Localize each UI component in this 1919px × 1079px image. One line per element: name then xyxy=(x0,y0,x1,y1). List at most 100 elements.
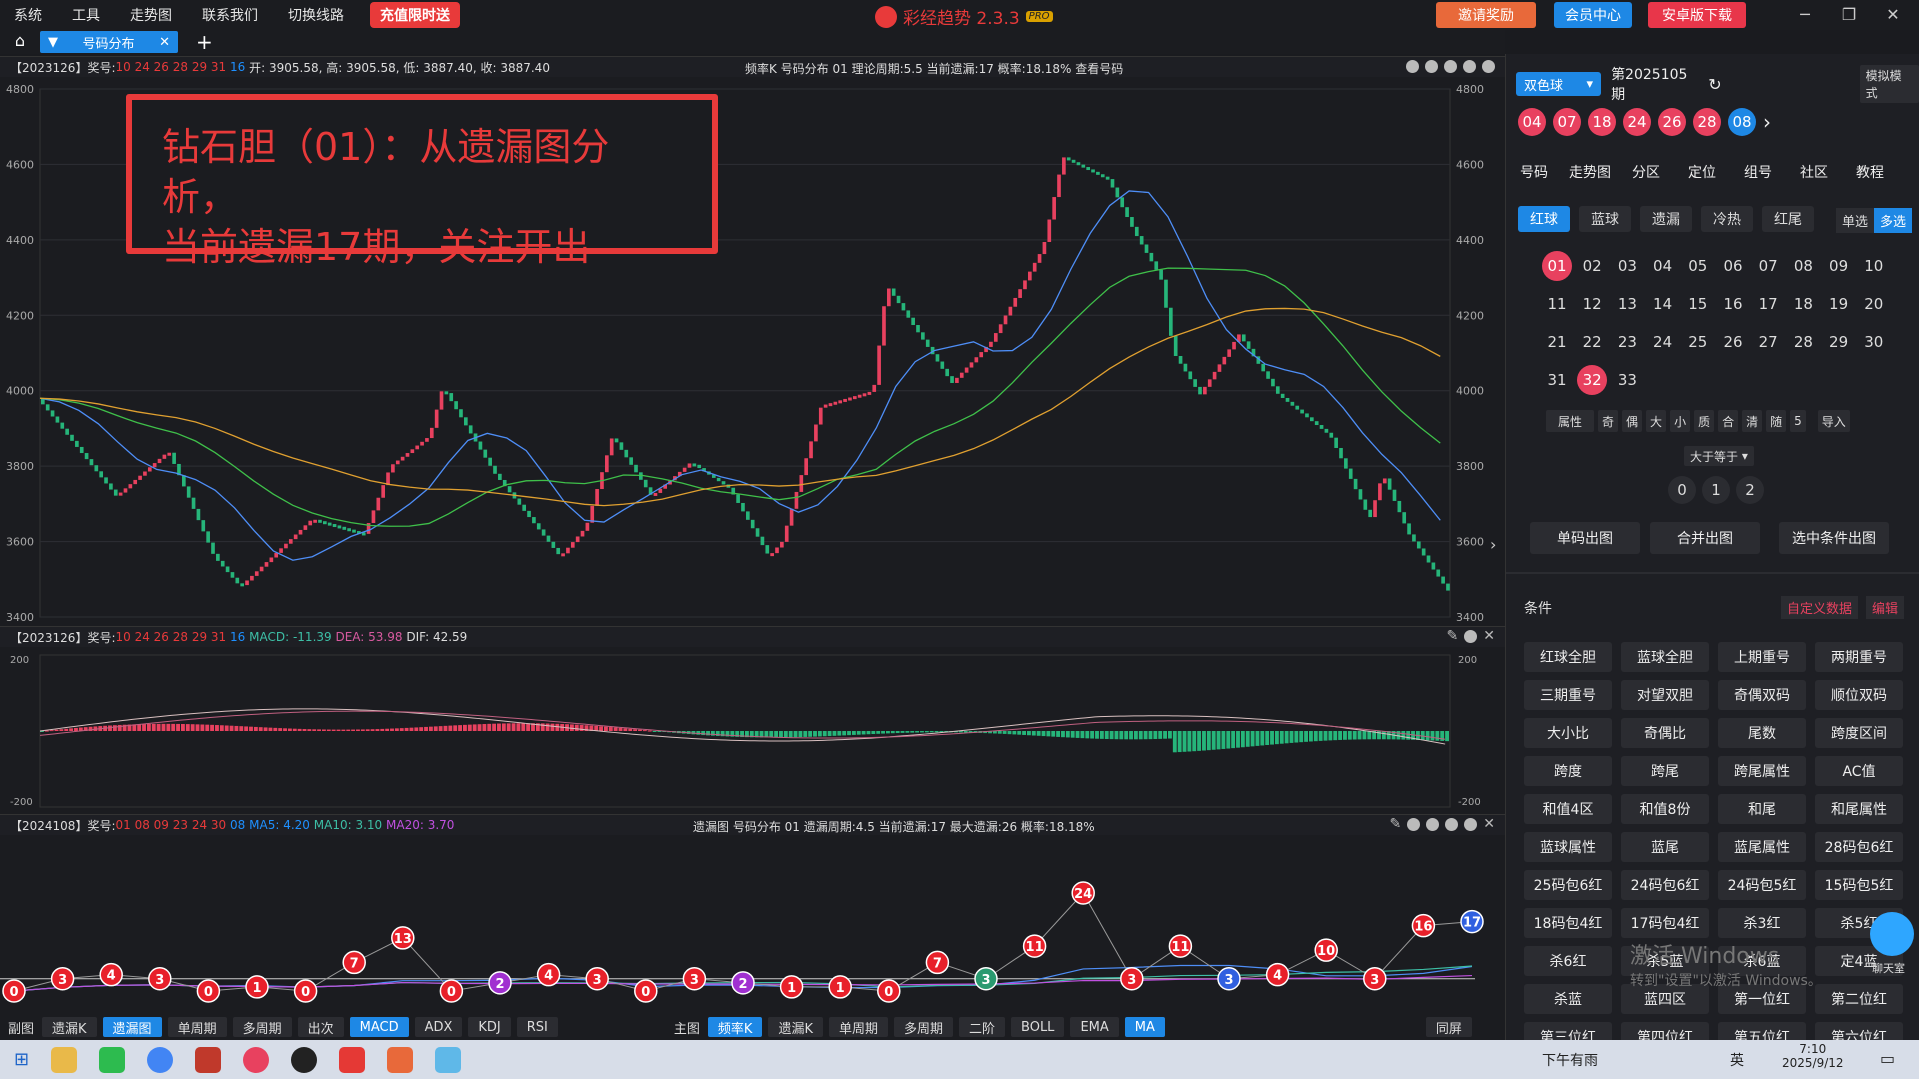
number-cell[interactable]: 22 xyxy=(1577,327,1607,357)
menu-contact[interactable]: 联系我们 xyxy=(202,5,258,25)
condition-btn[interactable]: 两期重号 xyxy=(1815,642,1903,672)
condition-btn[interactable]: 大小比 xyxy=(1524,718,1612,748)
condition-btn[interactable]: 蓝球属性 xyxy=(1524,832,1612,862)
condition-btn[interactable]: 上期重号 xyxy=(1718,642,1806,672)
browser-icon[interactable] xyxy=(147,1046,174,1073)
number-cell[interactable]: 15 xyxy=(1683,289,1713,319)
condition-btn[interactable]: 24码包6红 xyxy=(1621,870,1709,900)
omission-up-icon[interactable] xyxy=(1426,818,1440,831)
right-nav-tab-6[interactable]: 教程 xyxy=(1842,162,1898,182)
ime-label[interactable]: 英 xyxy=(1730,1050,1744,1070)
kline-up-icon[interactable] xyxy=(1444,60,1457,73)
condition-btn[interactable]: 24码包5红 xyxy=(1718,870,1806,900)
lottery-app-icon[interactable] xyxy=(243,1046,270,1073)
tab-dropdown-icon[interactable]: ▼ xyxy=(48,35,58,50)
sub-chart-btn-0[interactable]: 遗漏K xyxy=(42,1017,97,1037)
menu-system[interactable]: 系统 xyxy=(14,5,42,25)
condition-btn[interactable]: 和值8份 xyxy=(1621,794,1709,824)
condition-btn[interactable]: 顺位双码 xyxy=(1815,680,1903,710)
number-cell[interactable]: 25 xyxy=(1683,327,1713,357)
app-icon-1[interactable] xyxy=(195,1046,222,1073)
selected-condition-chart-button[interactable]: 选中条件出图 xyxy=(1779,522,1889,554)
condition-btn[interactable]: 18码包4红 xyxy=(1524,908,1612,938)
number-cell[interactable]: 23 xyxy=(1612,327,1642,357)
number-cell[interactable]: 02 xyxy=(1577,251,1607,281)
app-icon-3[interactable] xyxy=(435,1046,462,1073)
main-chart-btn-4[interactable]: 二阶 xyxy=(959,1017,1006,1037)
sub-chart-btn-8[interactable]: RSI xyxy=(516,1017,558,1037)
condition-btn[interactable]: 奇偶双码 xyxy=(1718,680,1806,710)
attribute-btn-8[interactable]: 随 xyxy=(1766,410,1787,432)
condition-btn[interactable]: 杀3红 xyxy=(1718,908,1806,938)
number-cell[interactable]: 06 xyxy=(1718,251,1748,281)
attribute-btn-10[interactable]: 导入 xyxy=(1817,410,1850,432)
condition-btn[interactable]: 跨度区间 xyxy=(1815,718,1903,748)
condition-btn[interactable]: 25码包6红 xyxy=(1524,870,1612,900)
kline-reset-icon[interactable] xyxy=(1406,60,1419,73)
single-select-button[interactable]: 单选 xyxy=(1836,208,1875,233)
condition-btn[interactable]: 第二位红 xyxy=(1815,984,1903,1014)
collapse-panel-icon[interactable]: › xyxy=(1490,535,1496,554)
main-chart-btn-5[interactable]: BOLL xyxy=(1011,1017,1065,1037)
restore-icon[interactable]: ❐ xyxy=(1834,2,1864,28)
condition-btn[interactable]: 杀蓝 xyxy=(1524,984,1612,1014)
sub-chart-btn-4[interactable]: 出次 xyxy=(297,1017,344,1037)
number-cell[interactable]: 14 xyxy=(1648,289,1678,319)
count-option[interactable]: 2 xyxy=(1736,476,1764,504)
android-download-button[interactable]: 安卓版下载 xyxy=(1648,2,1746,28)
condition-btn[interactable]: 15码包5红 xyxy=(1815,870,1903,900)
clock[interactable]: 7:10 2025/9/12 xyxy=(1782,1042,1844,1070)
right-nav-tab-2[interactable]: 分区 xyxy=(1618,162,1674,182)
ball-subtab-2[interactable]: 遗漏 xyxy=(1640,206,1692,232)
attribute-btn-4[interactable]: 小 xyxy=(1670,410,1691,432)
omission-pin-icon[interactable]: ✎ xyxy=(1390,817,1402,831)
omission-close-icon[interactable]: ✕ xyxy=(1483,817,1495,831)
same-screen-button[interactable]: 同屏 xyxy=(1425,1017,1472,1037)
right-nav-tab-4[interactable]: 组号 xyxy=(1730,162,1786,182)
condition-btn[interactable]: 28码包6红 xyxy=(1815,832,1903,862)
omission-down-icon[interactable] xyxy=(1445,818,1459,831)
number-cell[interactable]: 13 xyxy=(1612,289,1642,319)
number-cell[interactable]: 31 xyxy=(1542,365,1572,395)
qq-icon[interactable] xyxy=(291,1046,318,1073)
menu-trend[interactable]: 走势图 xyxy=(130,5,172,25)
main-chart-btn-3[interactable]: 多周期 xyxy=(893,1017,953,1037)
member-center-button[interactable]: 会员中心 xyxy=(1554,2,1632,28)
macd-chart[interactable]: 200 200 -200 -200 xyxy=(0,647,1505,815)
sub-chart-btn-1[interactable]: 遗漏图 xyxy=(102,1017,162,1037)
ball-subtab-4[interactable]: 红尾 xyxy=(1762,206,1814,232)
sub-chart-btn-6[interactable]: ADX xyxy=(414,1017,463,1037)
game-select[interactable]: 双色球 ▾ xyxy=(1516,72,1602,96)
main-chart-btn-7[interactable]: MA xyxy=(1124,1017,1165,1037)
condition-btn[interactable]: 和尾 xyxy=(1718,794,1806,824)
merge-chart-button[interactable]: 合并出图 xyxy=(1650,522,1760,554)
app-icon-2[interactable] xyxy=(387,1046,414,1073)
windows-start-icon[interactable]: ⊞ xyxy=(14,1049,29,1070)
condition-btn[interactable]: 蓝尾 xyxy=(1621,832,1709,862)
edit-button[interactable]: 编辑 xyxy=(1866,596,1905,619)
number-cell[interactable]: 08 xyxy=(1788,251,1818,281)
condition-btn[interactable]: 跨尾属性 xyxy=(1718,756,1806,786)
number-cell[interactable]: 07 xyxy=(1753,251,1783,281)
condition-btn[interactable]: 红球全胆 xyxy=(1524,642,1612,672)
compare-select[interactable]: 大于等于 ▾ xyxy=(1684,446,1754,466)
kline-down-icon[interactable] xyxy=(1463,60,1476,73)
attribute-btn-6[interactable]: 合 xyxy=(1718,410,1739,432)
number-cell[interactable]: 05 xyxy=(1683,251,1713,281)
attribute-btn-2[interactable]: 偶 xyxy=(1622,410,1643,432)
right-nav-tab-3[interactable]: 定位 xyxy=(1674,162,1730,182)
home-icon[interactable]: ⌂ xyxy=(0,31,40,53)
menu-tools[interactable]: 工具 xyxy=(72,5,100,25)
condition-btn[interactable]: 三期重号 xyxy=(1524,680,1612,710)
number-cell[interactable]: 20 xyxy=(1859,289,1889,319)
main-chart-btn-6[interactable]: EMA xyxy=(1070,1017,1119,1037)
refresh-icon[interactable]: ↻ xyxy=(1708,75,1721,94)
close-icon[interactable]: ✕ xyxy=(1878,2,1908,28)
menu-switch-line[interactable]: 切换线路 xyxy=(288,5,344,25)
attribute-btn-7[interactable]: 清 xyxy=(1742,410,1763,432)
ball-subtab-3[interactable]: 冷热 xyxy=(1701,206,1753,232)
sub-chart-btn-7[interactable]: KDJ xyxy=(468,1017,511,1037)
custom-data-button[interactable]: 自定义数据 xyxy=(1781,596,1859,619)
condition-btn[interactable]: 跨尾 xyxy=(1621,756,1709,786)
attribute-btn-3[interactable]: 大 xyxy=(1646,410,1667,432)
